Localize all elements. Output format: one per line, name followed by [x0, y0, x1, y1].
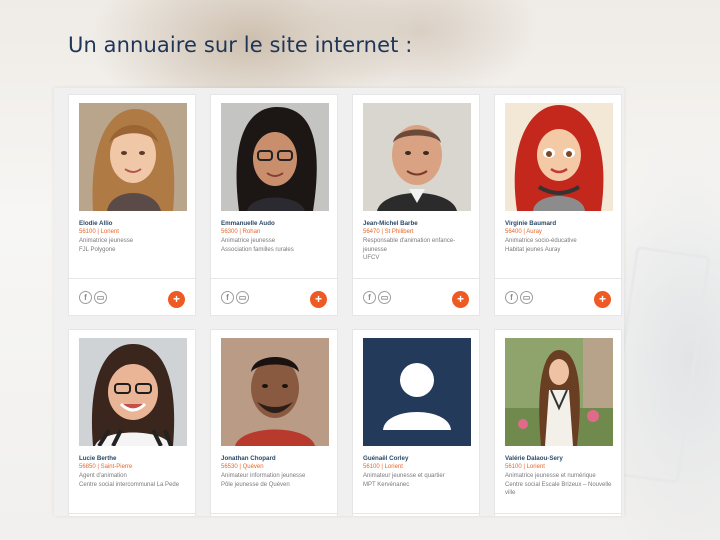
profile-organization: Pôle jeunesse de Quéven: [221, 481, 290, 488]
profile-info: Jean-Michel Barbe 56470 | St Philibert R…: [363, 219, 475, 263]
profile-info: Elodie Allio 56100 | Lorient Animatrice …: [79, 219, 191, 254]
profile-photo-man-beard[interactable]: [221, 338, 329, 446]
card-divider: [211, 513, 337, 514]
profile-role: Animatrice jeunesse: [79, 238, 134, 244]
profile-name[interactable]: Virginie Baumard: [505, 219, 617, 228]
card-divider: [211, 278, 337, 279]
profile-organization: Centre social Escale Brizeux – Nouvelle …: [505, 481, 612, 497]
profile-name[interactable]: Jean-Michel Barbe: [363, 219, 475, 228]
profile-role: Animatrice socio-éducative: [505, 238, 577, 244]
social-links: f ▭: [79, 291, 107, 304]
social-links: f ▭: [505, 291, 533, 304]
profile-organization: Association familles rurales: [221, 246, 294, 253]
profile-card[interactable]: Jonathan Chopard 56530 | Quéven Animateu…: [210, 329, 338, 516]
card-divider: [353, 278, 479, 279]
profile-location: 56100 | Lorient: [79, 229, 119, 235]
more-button[interactable]: +: [452, 291, 469, 308]
profile-name[interactable]: Valérie Dalaou-Sery: [505, 454, 617, 463]
profile-photo-man-balding[interactable]: [363, 103, 471, 211]
message-icon[interactable]: ▭: [378, 291, 391, 304]
profile-role: Agent d'animation: [79, 473, 127, 479]
profile-name[interactable]: Jonathan Chopard: [221, 454, 333, 463]
profile-photo-cartoon-avatar[interactable]: [505, 103, 613, 211]
card-divider: [353, 513, 479, 514]
more-button[interactable]: +: [310, 291, 327, 308]
profile-location: 56850 | Saint-Pierre: [79, 464, 133, 470]
profile-role: Animatrice jeunesse et numérique: [505, 473, 596, 479]
profile-grid: Elodie Allio 56100 | Lorient Animatrice …: [68, 94, 622, 516]
profile-info: Emmanuelle Audo 56300 | Rohan Animatrice…: [221, 219, 333, 254]
profile-card[interactable]: Virginie Baumard 56400 | Auray Animatric…: [494, 94, 622, 316]
profile-organization: FJL Polygone: [79, 246, 116, 253]
profile-organization: MPT Kervénanec: [363, 481, 410, 488]
social-links: f ▭: [363, 291, 391, 304]
profile-photo-woman-blonde[interactable]: [79, 103, 187, 211]
profile-card[interactable]: Lucie Berthe 56850 | Saint-Pierre Agent …: [68, 329, 196, 516]
profile-name[interactable]: Elodie Allio: [79, 219, 191, 228]
profile-name[interactable]: Emmanuelle Audo: [221, 219, 333, 228]
profile-location: 56470 | St Philibert: [363, 229, 414, 235]
card-divider: [495, 513, 621, 514]
facebook-icon[interactable]: f: [79, 291, 92, 304]
card-divider: [495, 278, 621, 279]
profile-role: Animateur information jeunesse: [221, 473, 306, 479]
profile-organization: Habitat jeunes Auray: [505, 246, 561, 253]
social-links: f ▭: [221, 291, 249, 304]
profile-card[interactable]: Valérie Dalaou-Sery 56100 | Lorient Anim…: [494, 329, 622, 516]
facebook-icon[interactable]: f: [505, 291, 518, 304]
profile-photo-woman-smiling[interactable]: [79, 338, 187, 446]
more-button[interactable]: +: [168, 291, 185, 308]
profile-name[interactable]: Guénaël Corley: [363, 454, 475, 463]
profile-info: Virginie Baumard 56400 | Auray Animatric…: [505, 219, 617, 254]
profile-location: 56100 | Lorient: [505, 464, 545, 470]
profile-card[interactable]: Jean-Michel Barbe 56470 | St Philibert R…: [352, 94, 480, 316]
profile-info: Lucie Berthe 56850 | Saint-Pierre Agent …: [79, 454, 191, 489]
profile-photo-default-avatar[interactable]: [363, 338, 471, 446]
message-icon[interactable]: ▭: [94, 291, 107, 304]
facebook-icon[interactable]: f: [221, 291, 234, 304]
profile-location: 56300 | Rohan: [221, 229, 261, 235]
profile-info: Valérie Dalaou-Sery 56100 | Lorient Anim…: [505, 454, 617, 498]
profile-card[interactable]: Emmanuelle Audo 56300 | Rohan Animatrice…: [210, 94, 338, 316]
profile-card[interactable]: Guénaël Corley 56100 | Lorient Animateur…: [352, 329, 480, 516]
profile-organization: Centre social intercommunal La Pede: [79, 481, 180, 488]
directory-screenshot: Elodie Allio 56100 | Lorient Animatrice …: [54, 88, 624, 516]
profile-location: 56400 | Auray: [505, 229, 542, 235]
profile-info: Guénaël Corley 56100 | Lorient Animateur…: [363, 454, 475, 489]
more-button[interactable]: +: [594, 291, 611, 308]
slide-title: Un annuaire sur le site internet :: [68, 33, 413, 57]
message-icon[interactable]: ▭: [236, 291, 249, 304]
profile-photo-woman-outdoor[interactable]: [505, 338, 613, 446]
profile-role: Animateur jeunesse et quartier: [363, 473, 445, 479]
message-icon[interactable]: ▭: [520, 291, 533, 304]
profile-organization: UFCV: [363, 255, 380, 262]
card-divider: [69, 278, 195, 279]
profile-card[interactable]: Elodie Allio 56100 | Lorient Animatrice …: [68, 94, 196, 316]
profile-name[interactable]: Lucie Berthe: [79, 454, 191, 463]
profile-location: 56100 | Lorient: [363, 464, 403, 470]
profile-location: 56530 | Quéven: [221, 464, 264, 470]
profile-info: Jonathan Chopard 56530 | Quéven Animateu…: [221, 454, 333, 489]
profile-role: Animatrice jeunesse: [221, 238, 276, 244]
profile-role: Responsable d'animation enfance-jeunesse: [363, 238, 456, 253]
card-divider: [69, 513, 195, 514]
profile-photo-woman-glasses[interactable]: [221, 103, 329, 211]
facebook-icon[interactable]: f: [363, 291, 376, 304]
